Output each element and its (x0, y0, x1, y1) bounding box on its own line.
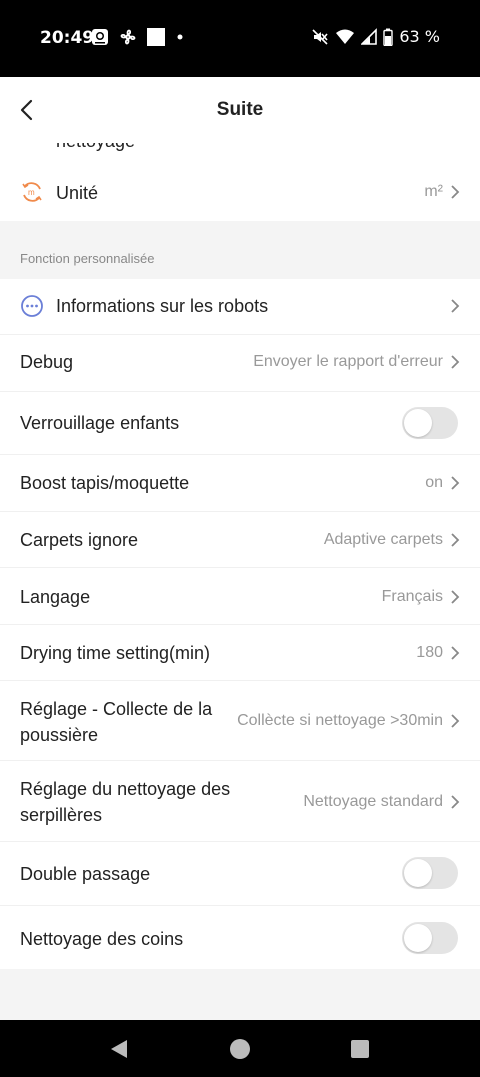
chevron-right-icon (451, 299, 460, 313)
unit-row[interactable]: Unité m² (0, 165, 480, 221)
double-pass-toggle[interactable] (402, 857, 458, 889)
language-row[interactable]: Langage Français (0, 568, 480, 625)
toggle-knob (404, 409, 432, 437)
debug-label: Debug (20, 352, 74, 372)
carpets-ignore-label: Carpets ignore (20, 530, 139, 550)
chevron-right-icon (451, 714, 460, 728)
chevron-right-icon (451, 533, 460, 547)
carpet-boost-value: on (425, 474, 443, 491)
carpet-boost-row[interactable]: Boost tapis/moquette on (0, 455, 480, 512)
fan-icon (120, 29, 136, 45)
photo-icon (92, 29, 108, 45)
debug-row[interactable]: Debug Envoyer le rapport d'erreur (0, 335, 480, 392)
double-pass-row: Double passage (0, 842, 480, 906)
corner-cleaning-row: Nettoyage des coins (0, 906, 480, 969)
battery-percent: 63 % (399, 27, 440, 46)
nav-back-icon[interactable] (108, 1038, 130, 1060)
section-label: Fonction personnalisée (20, 251, 155, 266)
system-nav-bar (0, 1020, 480, 1077)
corner-cleaning-label: Nettoyage des coins (20, 929, 184, 949)
dust-collection-row[interactable]: Réglage - Collecte de la poussière Collè… (0, 681, 480, 761)
toggle-knob (404, 924, 432, 952)
carpet-boost-label: Boost tapis/moquette (20, 473, 190, 493)
nav-recents-icon[interactable] (350, 1039, 370, 1059)
dust-collection-value: Collècte si nettoyage >30min (237, 712, 443, 729)
status-time: 20:49 (40, 28, 95, 48)
clipped-row-label: nettoyage (56, 143, 135, 152)
mop-cleaning-value: Nettoyage standard (303, 793, 443, 810)
drying-time-value: 180 (416, 644, 443, 661)
chevron-right-icon (451, 646, 460, 660)
square-icon (147, 28, 165, 46)
robot-info-row[interactable]: Informations sur les robots (0, 279, 480, 335)
dust-collection-label: Réglage - Collecte de la poussière (20, 699, 213, 745)
chevron-right-icon (451, 476, 460, 490)
chevron-right-icon (451, 590, 460, 604)
toggle-knob (404, 859, 432, 887)
unit-label: Unité (56, 183, 99, 203)
language-value: Français (381, 588, 443, 605)
section-header: Fonction personnalisée (0, 221, 480, 279)
debug-value: Envoyer le rapport d'erreur (253, 353, 443, 370)
status-bar: 20:49 63 % (0, 0, 480, 77)
battery-icon (383, 28, 394, 46)
chevron-right-icon (451, 795, 460, 809)
nav-home-icon[interactable] (228, 1037, 252, 1061)
chevron-right-icon (451, 355, 460, 369)
status-notification-icons (90, 27, 186, 47)
chevron-right-icon (451, 185, 460, 199)
drying-time-row[interactable]: Drying time setting(min) 180 (0, 625, 480, 681)
mute-icon (312, 28, 328, 45)
info-ellipsis-icon (21, 295, 43, 317)
mop-cleaning-row[interactable]: Réglage du nettoyage des serpillères Net… (0, 761, 480, 842)
status-system-icons: 63 % (311, 27, 440, 46)
unit-value: m² (424, 183, 443, 200)
carpets-ignore-value: Adaptive carpets (323, 531, 443, 548)
corner-cleaning-toggle[interactable] (402, 922, 458, 954)
page-title: Suite (216, 99, 264, 120)
child-lock-row: Verrouillage enfants (0, 392, 480, 455)
robot-info-label: Informations sur les robots (56, 296, 269, 316)
double-pass-label: Double passage (20, 864, 151, 884)
language-label: Langage (20, 587, 91, 607)
dot-icon (177, 34, 183, 40)
drying-time-label: Drying time setting(min) (20, 643, 211, 663)
wifi-icon (336, 29, 355, 44)
child-lock-toggle[interactable] (402, 407, 458, 439)
mop-cleaning-label: Réglage du nettoyage des serpillères (20, 779, 231, 825)
carpets-ignore-row[interactable]: Carpets ignore Adaptive carpets (0, 512, 480, 568)
app-header: Suite (0, 77, 480, 143)
child-lock-label: Verrouillage enfants (20, 413, 180, 433)
signal-icon (361, 27, 378, 45)
